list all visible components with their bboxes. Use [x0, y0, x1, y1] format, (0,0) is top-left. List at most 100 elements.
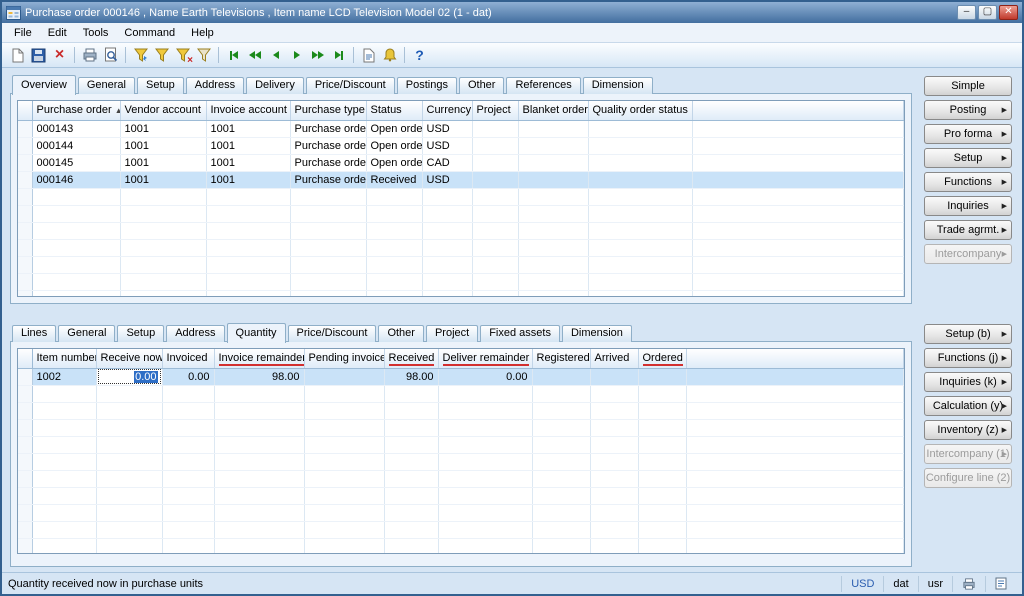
column-header-purchase-order[interactable]: Purchase order▲ [32, 101, 120, 120]
maximize-button[interactable]: ▢ [978, 5, 997, 20]
grid-cell[interactable]: 0.00 [162, 368, 214, 385]
grid-cell[interactable] [472, 171, 518, 188]
alerts-bell-icon[interactable] [379, 45, 400, 65]
last-record-icon[interactable] [328, 45, 349, 65]
table-row[interactable]: 000144 1001 1001 Purchase order Open ord… [18, 137, 904, 154]
table-row-selected[interactable]: 1002 0.00 0.00 98.00 98.00 0.00 [18, 368, 904, 385]
tab-overview[interactable]: Overview [12, 75, 76, 95]
grid-cell[interactable]: Purchase order [290, 137, 366, 154]
grid-cell[interactable]: CAD [422, 154, 472, 171]
inventory-button[interactable]: Inventory (z)▶ [924, 420, 1012, 440]
tab-dimension-lower[interactable]: Dimension [562, 325, 632, 342]
tab-quantity[interactable]: Quantity [227, 323, 286, 343]
tab-price-discount-lower[interactable]: Price/Discount [288, 325, 377, 342]
grid-cell[interactable]: 1001 [206, 154, 290, 171]
column-header-registered[interactable]: Registered [532, 349, 590, 368]
grid-cell[interactable] [588, 137, 692, 154]
tab-other-upper[interactable]: Other [459, 77, 505, 94]
grid-cell[interactable] [518, 154, 588, 171]
tab-setup-upper[interactable]: Setup [137, 77, 184, 94]
table-row-selected[interactable]: 000146 1001 1001 Purchase order Received… [18, 171, 904, 188]
column-header-invoice-account[interactable]: Invoice account [206, 101, 290, 120]
save-icon[interactable] [28, 45, 49, 65]
grid-cell[interactable]: Purchase order [290, 120, 366, 137]
grid-cell[interactable]: 0.00 [438, 368, 532, 385]
tab-project[interactable]: Project [426, 325, 478, 342]
grid-cell[interactable]: 98.00 [384, 368, 438, 385]
column-header-ordered[interactable]: Ordered [638, 349, 686, 368]
grid-cell[interactable] [588, 171, 692, 188]
tab-general-lower[interactable]: General [58, 325, 115, 342]
grid-cell[interactable] [472, 120, 518, 137]
grid-cell[interactable]: 1001 [120, 120, 206, 137]
next-record-icon[interactable] [286, 45, 307, 65]
column-header-vendor-account[interactable]: Vendor account [120, 101, 206, 120]
grid-cell[interactable]: Received [366, 171, 422, 188]
inquiries-button-upper[interactable]: Inquiries▶ [924, 196, 1012, 216]
grid-cell[interactable]: 98.00 [214, 368, 304, 385]
row-selector[interactable] [18, 120, 32, 137]
tab-dimension-upper[interactable]: Dimension [583, 77, 653, 94]
tab-general-upper[interactable]: General [78, 77, 135, 94]
grid-cell[interactable] [304, 368, 384, 385]
table-row[interactable]: 000145 1001 1001 Purchase order Open ord… [18, 154, 904, 171]
grid-cell[interactable]: Open order [366, 120, 422, 137]
grid-cell[interactable]: 000143 [32, 120, 120, 137]
status-currency[interactable]: USD [841, 576, 883, 592]
tab-address-lower[interactable]: Address [166, 325, 224, 342]
grid-cell[interactable]: 1001 [206, 120, 290, 137]
functions-button-lower[interactable]: Functions (j)▶ [924, 348, 1012, 368]
print-icon[interactable] [79, 45, 100, 65]
filter-by-field-icon[interactable] [130, 45, 151, 65]
grid-cell[interactable] [692, 154, 904, 171]
new-icon[interactable] [7, 45, 28, 65]
advanced-filter-icon[interactable] [193, 45, 214, 65]
column-header-invoice-remainder[interactable]: Invoice remainder [214, 349, 304, 368]
column-header-receive-now[interactable]: Receive now [96, 349, 162, 368]
grid-cell[interactable]: 1001 [206, 137, 290, 154]
grid-cell[interactable]: 1001 [120, 137, 206, 154]
status-printer-icon[interactable] [952, 576, 985, 592]
grid-cell-editing[interactable]: 0.00 [96, 368, 162, 385]
tab-address-upper[interactable]: Address [186, 77, 244, 94]
grid-cell[interactable] [518, 137, 588, 154]
tab-postings[interactable]: Postings [397, 77, 457, 94]
grid-cell[interactable] [638, 368, 686, 385]
pro-forma-button[interactable]: Pro forma▶ [924, 124, 1012, 144]
grid-cell[interactable]: USD [422, 171, 472, 188]
calculation-button[interactable]: Calculation (y)▶ [924, 396, 1012, 416]
grid-cell[interactable]: 1001 [120, 171, 206, 188]
trade-agreement-button[interactable]: Trade agrmt.▶ [924, 220, 1012, 240]
grid-cell[interactable]: 000146 [32, 171, 120, 188]
column-header-purchase-type[interactable]: Purchase type [290, 101, 366, 120]
receive-now-input[interactable]: 0.00 [98, 369, 161, 384]
row-selector[interactable] [18, 171, 32, 188]
row-selector[interactable] [18, 137, 32, 154]
minimize-button[interactable]: – [957, 5, 976, 20]
grid-cell[interactable] [588, 154, 692, 171]
previous-group-icon[interactable] [244, 45, 265, 65]
posting-button[interactable]: Posting▶ [924, 100, 1012, 120]
column-header-deliver-remainder[interactable]: Deliver remainder [438, 349, 532, 368]
tab-other-lower[interactable]: Other [378, 325, 424, 342]
column-header-blanket-order[interactable]: Blanket order [518, 101, 588, 120]
grid-cell[interactable] [532, 368, 590, 385]
filter-by-selection-icon[interactable] [151, 45, 172, 65]
row-selector[interactable] [18, 368, 32, 385]
table-row[interactable]: 000143 1001 1001 Purchase order Open ord… [18, 120, 904, 137]
simple-button[interactable]: Simple [924, 76, 1012, 96]
inquiries-button-lower[interactable]: Inquiries (k)▶ [924, 372, 1012, 392]
menu-tools[interactable]: Tools [75, 25, 117, 41]
setup-button-lower[interactable]: Setup (b)▶ [924, 324, 1012, 344]
grid-cell[interactable]: 1001 [206, 171, 290, 188]
grid-cell[interactable] [692, 120, 904, 137]
column-header-project[interactable]: Project [472, 101, 518, 120]
menu-edit[interactable]: Edit [40, 25, 75, 41]
menu-help[interactable]: Help [183, 25, 222, 41]
column-header-received[interactable]: Received [384, 349, 438, 368]
setup-button-upper[interactable]: Setup▶ [924, 148, 1012, 168]
grid-cell[interactable] [590, 368, 638, 385]
grid-cell[interactable]: 000144 [32, 137, 120, 154]
status-user[interactable]: usr [918, 576, 952, 592]
row-selector[interactable] [18, 154, 32, 171]
